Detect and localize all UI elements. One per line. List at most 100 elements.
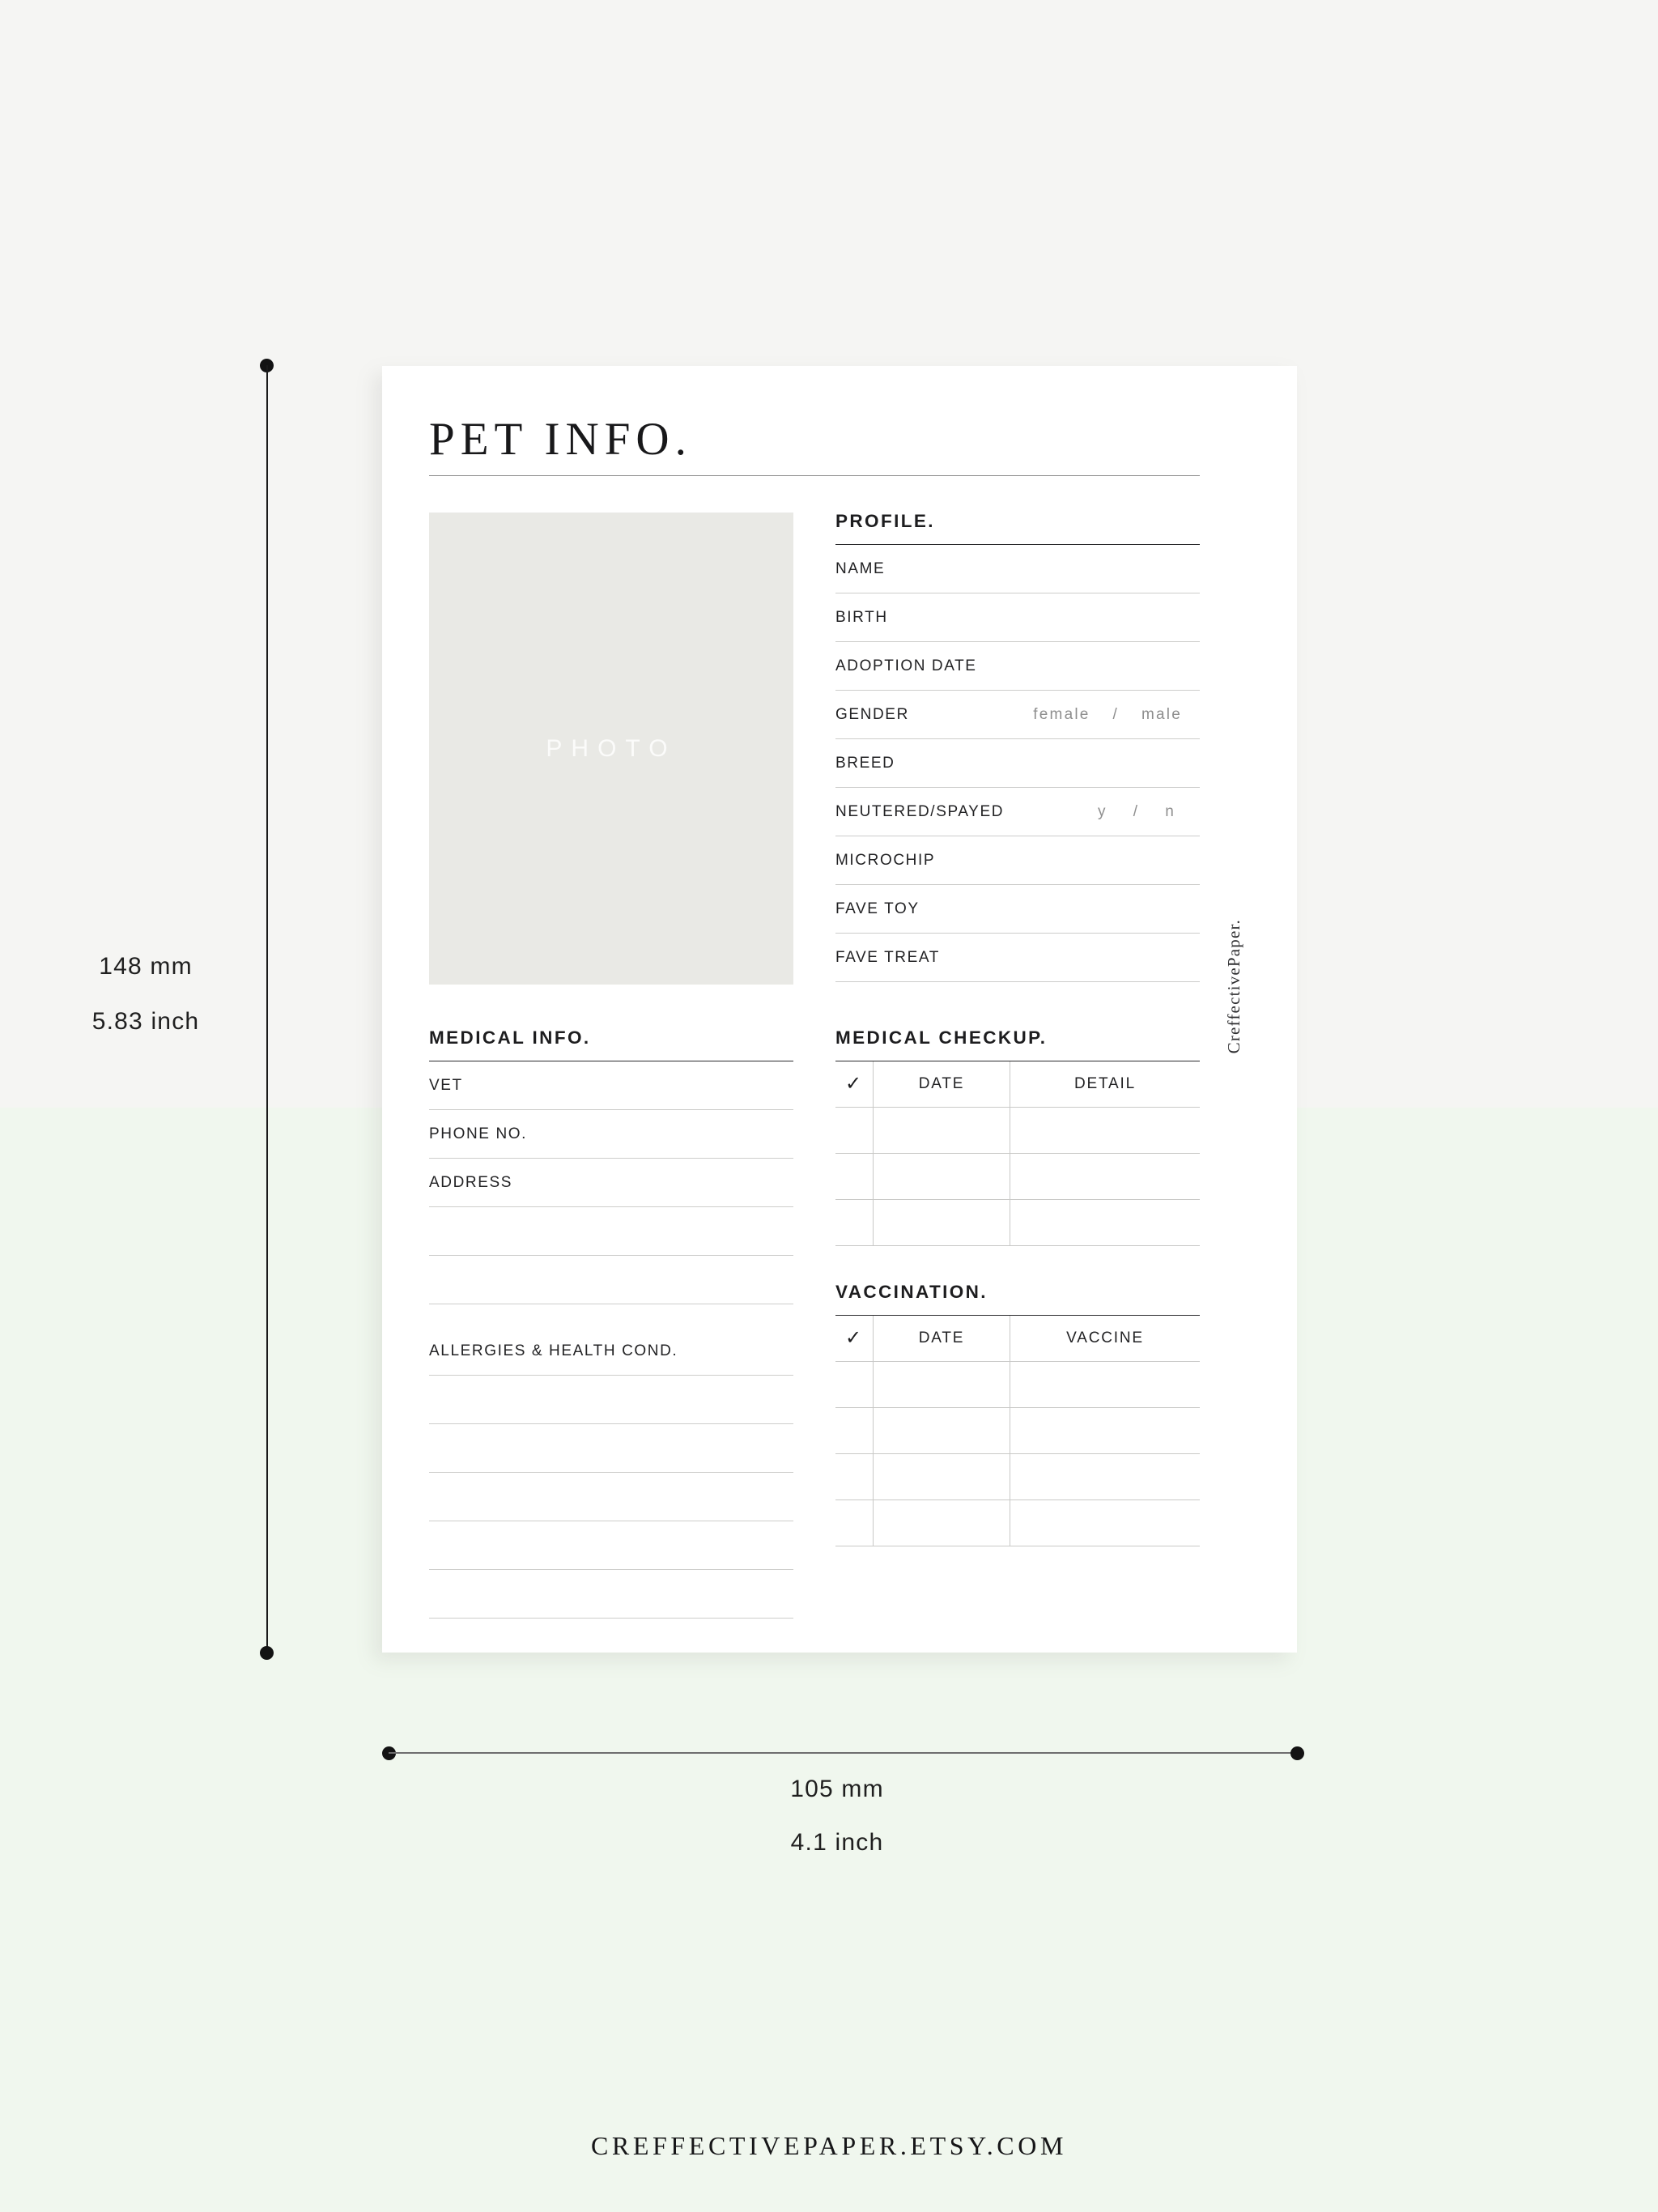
- vaccination-cell-check[interactable]: [835, 1361, 874, 1409]
- allergies-blank-line-4[interactable]: [429, 1521, 793, 1571]
- vaccination-cell-check[interactable]: [835, 1499, 874, 1547]
- profile-field-breed[interactable]: BREED: [835, 739, 1200, 789]
- checkup-col-check: ✓: [835, 1061, 874, 1108]
- right-column-spacer: [835, 1246, 1200, 1283]
- vaccination-col-date: DATE: [873, 1316, 1010, 1363]
- photo-column: PHOTO: [429, 513, 793, 985]
- allergies-blank-line-1[interactable]: [429, 1376, 793, 1425]
- profile-heading: PROFILE.: [835, 511, 935, 531]
- vaccination-cell-date[interactable]: [873, 1499, 1010, 1547]
- height-dim-inch: 5.83 inch: [91, 1008, 200, 1035]
- profile-field-name[interactable]: NAME: [835, 545, 1200, 594]
- checkup-cell-date[interactable]: [873, 1199, 1010, 1247]
- field-label: GENDER: [835, 705, 909, 723]
- field-label: PHONE NO.: [429, 1125, 528, 1142]
- field-label: ADOPTION DATE: [835, 657, 977, 674]
- medical-checkup-heading: MEDICAL CHECKUP.: [835, 1027, 1048, 1048]
- width-dim-inch: 4.1 inch: [790, 1829, 884, 1856]
- medical-checkup-table: ✓ DATE DETAIL: [835, 1061, 1200, 1247]
- allergies-blank-line-5[interactable]: [429, 1570, 793, 1619]
- vaccination-col-vaccine: VACCINE: [1010, 1316, 1200, 1363]
- medical-info-blank-line-1[interactable]: [429, 1207, 793, 1257]
- vaccination-cell-vaccine[interactable]: [1010, 1361, 1200, 1409]
- profile-field-gender[interactable]: GENDER female / male: [835, 691, 1200, 740]
- field-label: BIRTH: [835, 608, 888, 626]
- width-dim-line: [389, 1752, 1297, 1754]
- vaccination-cell-check[interactable]: [835, 1407, 874, 1455]
- table-row[interactable]: [835, 1153, 1200, 1201]
- vaccination-col-check: ✓: [835, 1316, 874, 1363]
- field-label: FAVE TOY: [835, 900, 920, 917]
- vaccination-cell-vaccine[interactable]: [1010, 1407, 1200, 1455]
- medical-info-heading: MEDICAL INFO.: [429, 1027, 591, 1048]
- gender-option-female[interactable]: female: [1030, 706, 1093, 724]
- checkup-cell-check[interactable]: [835, 1199, 874, 1247]
- allergies-blank-line-3[interactable]: [429, 1473, 793, 1522]
- profile-field-birth[interactable]: BIRTH: [835, 593, 1200, 643]
- field-label: VET: [429, 1076, 463, 1094]
- neutered-options: y / n: [1095, 803, 1200, 821]
- checkup-cell-date[interactable]: [873, 1153, 1010, 1201]
- table-row[interactable]: [835, 1499, 1200, 1547]
- profile-field-list: NAME BIRTH ADOPTION DATE GENDER female /: [835, 545, 1200, 983]
- table-row[interactable]: [835, 1107, 1200, 1155]
- height-dim-mm: 148 mm: [99, 953, 193, 980]
- gender-options: female / male: [1030, 706, 1200, 724]
- width-dim-dot-right: [1290, 1746, 1304, 1760]
- pet-info-card: PET INFO. PHOTO PROFILE. NAME BIRTH ADOP…: [382, 366, 1297, 1653]
- profile-field-fave-toy[interactable]: FAVE TOY: [835, 885, 1200, 934]
- vaccination-table: ✓ DATE VACCINE: [835, 1316, 1200, 1547]
- field-label: FAVE TREAT: [835, 948, 940, 966]
- bottom-section: MEDICAL INFO. VET PHONE NO. ADDRESS ALLE…: [429, 1027, 1200, 1619]
- field-label: NAME: [835, 559, 886, 577]
- profile-field-adoption-date[interactable]: ADOPTION DATE: [835, 642, 1200, 691]
- checkup-cell-check[interactable]: [835, 1107, 874, 1155]
- checkup-cell-date[interactable]: [873, 1107, 1010, 1155]
- height-dim-line: [266, 365, 268, 1653]
- profile-field-fave-treat[interactable]: FAVE TREAT: [835, 934, 1200, 983]
- checkup-cell-detail[interactable]: [1010, 1107, 1200, 1155]
- width-dim-mm: 105 mm: [790, 1776, 884, 1802]
- neutered-option-yes[interactable]: y: [1095, 803, 1111, 821]
- checkup-cell-detail[interactable]: [1010, 1153, 1200, 1201]
- medical-info-field-address[interactable]: ADDRESS: [429, 1159, 793, 1208]
- photo-placeholder[interactable]: PHOTO: [429, 513, 793, 985]
- checkup-cell-check[interactable]: [835, 1153, 874, 1201]
- allergies-field-list: ALLERGIES & HEALTH COND.: [429, 1327, 793, 1619]
- checkup-cell-detail[interactable]: [1010, 1199, 1200, 1247]
- profile-field-neutered-spayed[interactable]: NEUTERED/SPAYED y / n: [835, 788, 1200, 837]
- checkup-col-date: DATE: [873, 1061, 1010, 1108]
- table-row[interactable]: [835, 1361, 1200, 1409]
- checkmark-icon: ✓: [845, 1326, 863, 1349]
- profile-field-microchip[interactable]: MICROCHIP: [835, 836, 1200, 886]
- field-label: BREED: [835, 754, 895, 772]
- medical-info-field-phone[interactable]: PHONE NO.: [429, 1110, 793, 1159]
- allergies-heading: ALLERGIES & HEALTH COND.: [429, 1342, 678, 1359]
- checkup-col-detail: DETAIL: [1010, 1061, 1200, 1108]
- brand-watermark: CreffectivePaper.: [1224, 919, 1244, 1054]
- table-row[interactable]: [835, 1407, 1200, 1455]
- page-title: PET INFO.: [429, 414, 692, 465]
- checkmark-icon: ✓: [845, 1072, 863, 1095]
- vaccination-cell-check[interactable]: [835, 1453, 874, 1501]
- card-content: PET INFO. PHOTO PROFILE. NAME BIRTH ADOP…: [429, 414, 1200, 1619]
- top-section: PHOTO PROFILE. NAME BIRTH ADOPTION DATE: [429, 511, 1200, 985]
- allergies-blank-line-2[interactable]: [429, 1424, 793, 1474]
- medical-info-field-vet[interactable]: VET: [429, 1061, 793, 1111]
- vaccination-cell-date[interactable]: [873, 1361, 1010, 1409]
- neutered-option-no[interactable]: n: [1162, 803, 1179, 821]
- vaccination-heading: VACCINATION.: [835, 1282, 988, 1303]
- profile-section: PROFILE. NAME BIRTH ADOPTION DATE GENDER: [835, 511, 1200, 985]
- photo-placeholder-label: PHOTO: [546, 734, 677, 762]
- table-row[interactable]: [835, 1199, 1200, 1247]
- field-label: ADDRESS: [429, 1173, 513, 1191]
- vaccination-cell-date[interactable]: [873, 1407, 1010, 1455]
- medical-info-blank-line-2[interactable]: [429, 1256, 793, 1305]
- vaccination-cell-date[interactable]: [873, 1453, 1010, 1501]
- table-row[interactable]: [835, 1453, 1200, 1501]
- gender-option-male[interactable]: male: [1138, 706, 1185, 724]
- vaccination-cell-vaccine[interactable]: [1010, 1453, 1200, 1501]
- neutered-option-separator: /: [1133, 802, 1140, 820]
- vaccination-cell-vaccine[interactable]: [1010, 1499, 1200, 1547]
- table-header-row: ✓ DATE DETAIL: [835, 1061, 1200, 1108]
